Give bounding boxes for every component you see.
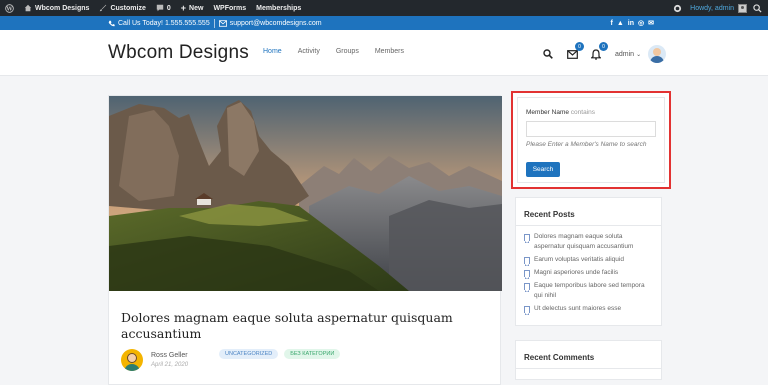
site-name-label: Wbcom Designs bbox=[35, 4, 90, 12]
post-author: Ross Geller April 21, 2020 bbox=[121, 349, 188, 371]
admin-new[interactable]: + New bbox=[176, 0, 209, 16]
member-name-label: Member Name contains bbox=[526, 109, 596, 116]
notifications-badge: 0 bbox=[599, 42, 608, 51]
envelope-icon bbox=[218, 19, 227, 27]
settings-circle-icon[interactable] bbox=[673, 4, 682, 13]
header-actions: 0 0 admin ⌄ bbox=[541, 42, 667, 63]
header-search[interactable] bbox=[541, 47, 555, 61]
recent-posts-list: Dolores magnam eaque soluta aspernatur q… bbox=[516, 232, 661, 315]
member-search-hint: Please Enter a Member's Name to search bbox=[526, 141, 647, 148]
admin-customize[interactable]: Customize bbox=[94, 0, 150, 16]
wordpress-logo-menu[interactable]: W bbox=[0, 0, 19, 16]
memberships-label: Memberships bbox=[256, 4, 302, 12]
admin-site-name[interactable]: Wbcom Designs bbox=[19, 0, 94, 16]
email-text: support@wbcomdesigns.com bbox=[229, 19, 322, 27]
comment-icon bbox=[156, 4, 164, 12]
plus-icon: + bbox=[180, 3, 187, 13]
bookmark-icon bbox=[524, 257, 530, 266]
recent-post-item[interactable]: Ut delectus sunt maiores esse bbox=[524, 304, 655, 315]
phone-contact[interactable]: Call Us Today! 1.555.555.555 bbox=[0, 20, 214, 27]
linkedin-icon[interactable]: in bbox=[628, 20, 634, 27]
admin-bar: W Wbcom Designs Customize 0 + New WPForm… bbox=[0, 0, 768, 16]
mail-icon[interactable]: ✉ bbox=[648, 19, 654, 27]
user-menu[interactable]: admin ⌄ bbox=[615, 45, 667, 63]
recent-post-item[interactable]: Eaque temporibus labore sed tempora qui … bbox=[524, 281, 655, 301]
user-avatar[interactable] bbox=[648, 45, 667, 63]
main-nav: Home Activity Groups Members bbox=[263, 48, 420, 55]
username: admin bbox=[615, 50, 635, 58]
search-icon bbox=[543, 49, 553, 59]
howdy-user[interactable]: Howdy, admin bbox=[686, 5, 738, 12]
nav-members[interactable]: Members bbox=[375, 48, 404, 55]
recent-post-item[interactable]: Earum voluptas veritatis aliquid bbox=[524, 255, 655, 266]
wpforms-label: WPForms bbox=[213, 4, 247, 12]
post-card: Dolores magnam eaque soluta aspernatur q… bbox=[108, 95, 502, 385]
notifications-button[interactable]: 0 bbox=[589, 42, 608, 61]
new-label: New bbox=[189, 4, 204, 12]
admin-comments[interactable]: 0 bbox=[151, 0, 176, 16]
svg-text:W: W bbox=[5, 6, 13, 12]
phone-icon bbox=[108, 20, 115, 26]
nav-home[interactable]: Home bbox=[263, 48, 282, 55]
nav-activity[interactable]: Activity bbox=[298, 48, 320, 55]
admin-avatar[interactable] bbox=[738, 3, 747, 13]
author-name[interactable]: Ross Geller bbox=[151, 352, 188, 359]
post-categories: UNCATEGORIZED БЕЗ КАТЕГОРИИ bbox=[219, 349, 341, 359]
bookmark-icon bbox=[524, 306, 530, 315]
member-name-input[interactable] bbox=[526, 121, 656, 137]
envelope-icon bbox=[566, 49, 578, 59]
recent-post-item[interactable]: Dolores magnam eaque soluta aspernatur q… bbox=[524, 232, 655, 252]
recent-comments-widget: Recent Comments bbox=[515, 340, 662, 380]
twitter-icon[interactable]: ▲ bbox=[617, 20, 624, 27]
category-tag[interactable]: UNCATEGORIZED bbox=[219, 349, 279, 359]
comments-count: 0 bbox=[166, 4, 171, 12]
social-links: f ▲ in ◎ ✉ bbox=[611, 16, 655, 30]
category-tag[interactable]: БЕЗ КАТЕГОРИИ bbox=[284, 349, 341, 359]
author-avatar[interactable] bbox=[121, 349, 143, 371]
wordpress-icon: W bbox=[5, 3, 14, 13]
bookmark-icon bbox=[524, 234, 530, 243]
nav-groups[interactable]: Groups bbox=[336, 48, 359, 55]
admin-memberships[interactable]: Memberships bbox=[251, 0, 306, 16]
post-date: April 21, 2020 bbox=[151, 362, 189, 368]
contact-bar: Call Us Today! 1.555.555.555 support@wbc… bbox=[0, 16, 768, 30]
search-icon[interactable] bbox=[753, 3, 762, 13]
messages-button[interactable]: 0 bbox=[565, 42, 584, 61]
brush-icon bbox=[100, 4, 107, 12]
site-header: Wbcom Designs Home Activity Groups Membe… bbox=[0, 30, 768, 76]
admin-wpforms[interactable]: WPForms bbox=[208, 0, 251, 16]
phone-text: Call Us Today! 1.555.555.555 bbox=[118, 19, 210, 27]
recent-post-item[interactable]: Magni asperiores unde facilis bbox=[524, 268, 655, 279]
member-search-widget: Member Name contains Please Enter a Memb… bbox=[511, 91, 671, 189]
recent-comments-title: Recent Comments bbox=[516, 341, 661, 369]
chevron-down-icon: ⌄ bbox=[636, 51, 642, 58]
bell-icon bbox=[591, 48, 601, 60]
customize-label: Customize bbox=[110, 4, 146, 12]
member-search-form: Member Name contains Please Enter a Memb… bbox=[517, 97, 665, 183]
member-search-button[interactable]: Search bbox=[526, 162, 560, 177]
bookmark-icon bbox=[524, 270, 530, 279]
recent-posts-widget: Recent Posts Dolores magnam eaque soluta… bbox=[515, 197, 662, 326]
dribbble-icon[interactable]: ◎ bbox=[638, 19, 644, 27]
facebook-icon[interactable]: f bbox=[611, 20, 613, 27]
messages-badge: 0 bbox=[575, 42, 584, 51]
email-contact[interactable]: support@wbcomdesigns.com bbox=[215, 20, 326, 27]
bookmark-icon bbox=[524, 283, 530, 292]
recent-posts-title: Recent Posts bbox=[516, 198, 661, 226]
post-featured-image[interactable] bbox=[109, 96, 502, 291]
home-icon bbox=[24, 4, 32, 12]
post-title[interactable]: Dolores magnam eaque soluta aspernatur q… bbox=[121, 310, 491, 342]
site-logo[interactable]: Wbcom Designs bbox=[108, 42, 249, 64]
